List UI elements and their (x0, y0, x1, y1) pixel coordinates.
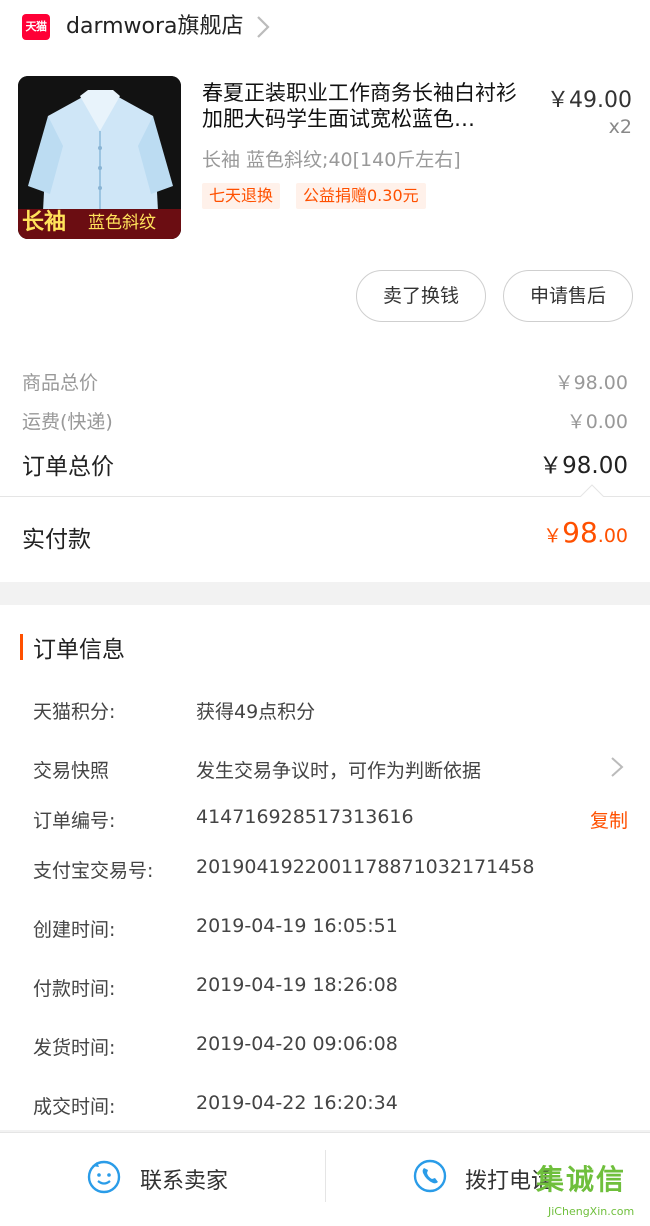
shipping-value: ￥0.00 (566, 411, 628, 433)
alipay-trade-value: 2019041922001178871032171458 (196, 856, 535, 878)
section-accent-bar (20, 634, 23, 660)
watermark-url: JiChengXin.com (548, 1205, 635, 1218)
caret-up-icon (580, 484, 604, 497)
return-policy-tag: 七天退换 (202, 183, 281, 209)
product-quantity: x2 (608, 116, 632, 138)
order-number-label: 订单编号: (33, 810, 116, 832)
watermark-logo: 集诚信 (536, 1163, 627, 1196)
chevron-right-icon[interactable] (256, 14, 270, 40)
chat-icon[interactable] (86, 1158, 122, 1194)
resell-button[interactable]: 卖了换钱 (356, 270, 486, 322)
shipping-label: 运费(快递) (22, 411, 113, 433)
shipped-time-value: 2019-04-20 09:06:08 (196, 1033, 398, 1055)
goods-total-label: 商品总价 (22, 372, 99, 394)
product-image-subtag: 蓝色斜纹 (88, 213, 156, 233)
product-image-tag: 长袖 (22, 210, 67, 235)
paid-time-label: 付款时间: (33, 978, 116, 1000)
goods-total-value: ￥98.00 (554, 372, 628, 394)
paid-decimal: .00 (597, 525, 628, 547)
snapshot-value[interactable]: 发生交易争议时，可作为判断依据 (196, 756, 481, 783)
shipped-time-label: 发货时间: (33, 1037, 116, 1059)
paid-time-value: 2019-04-19 18:26:08 (196, 974, 398, 996)
after-sales-button[interactable]: 申请售后 (503, 270, 633, 322)
chevron-right-icon[interactable] (610, 755, 624, 779)
order-info-title: 订单信息 (33, 637, 125, 663)
paid-integer: 98 (562, 516, 598, 549)
created-time-label: 创建时间: (33, 919, 116, 941)
store-name[interactable]: darmwora旗舰店 (66, 12, 244, 42)
paid-currency: ￥ (543, 525, 563, 547)
completed-time-value: 2019-04-22 16:20:34 (196, 1092, 398, 1114)
charity-tag: 公益捐赠0.30元 (296, 183, 426, 209)
product-price: ￥49.00 (547, 88, 632, 113)
copy-order-number-button[interactable]: 复制 (590, 806, 628, 833)
product-spec: 长袖 蓝色斜纹;40[140斤左右] (202, 149, 461, 171)
order-total-value: ￥98.00 (539, 453, 628, 479)
alipay-trade-label: 支付宝交易号: (33, 860, 154, 882)
phone-icon[interactable] (412, 1158, 448, 1194)
tmall-logo-icon: 天猫 (22, 14, 50, 40)
order-total-label: 订单总价 (22, 454, 114, 480)
completed-time-label: 成交时间: (33, 1096, 116, 1118)
points-value: 获得49点积分 (196, 701, 316, 723)
product-image[interactable]: 长袖 蓝色斜纹 (18, 76, 181, 239)
paid-amount-value: ￥98.00 (543, 516, 628, 549)
product-title[interactable]: 春夏正装职业工作商务长袖白衬衫加肥大码学生面试宽松蓝色… (202, 80, 536, 132)
points-label: 天猫积分: (33, 701, 116, 723)
paid-amount-label: 实付款 (22, 527, 91, 553)
order-number-value: 414716928517313616 (196, 806, 414, 828)
contact-seller-button[interactable]: 联系卖家 (140, 1163, 228, 1195)
bottom-bar-separator (325, 1150, 326, 1202)
divider (0, 496, 650, 497)
created-time-value: 2019-04-19 16:05:51 (196, 915, 398, 937)
snapshot-label[interactable]: 交易快照 (33, 756, 109, 783)
